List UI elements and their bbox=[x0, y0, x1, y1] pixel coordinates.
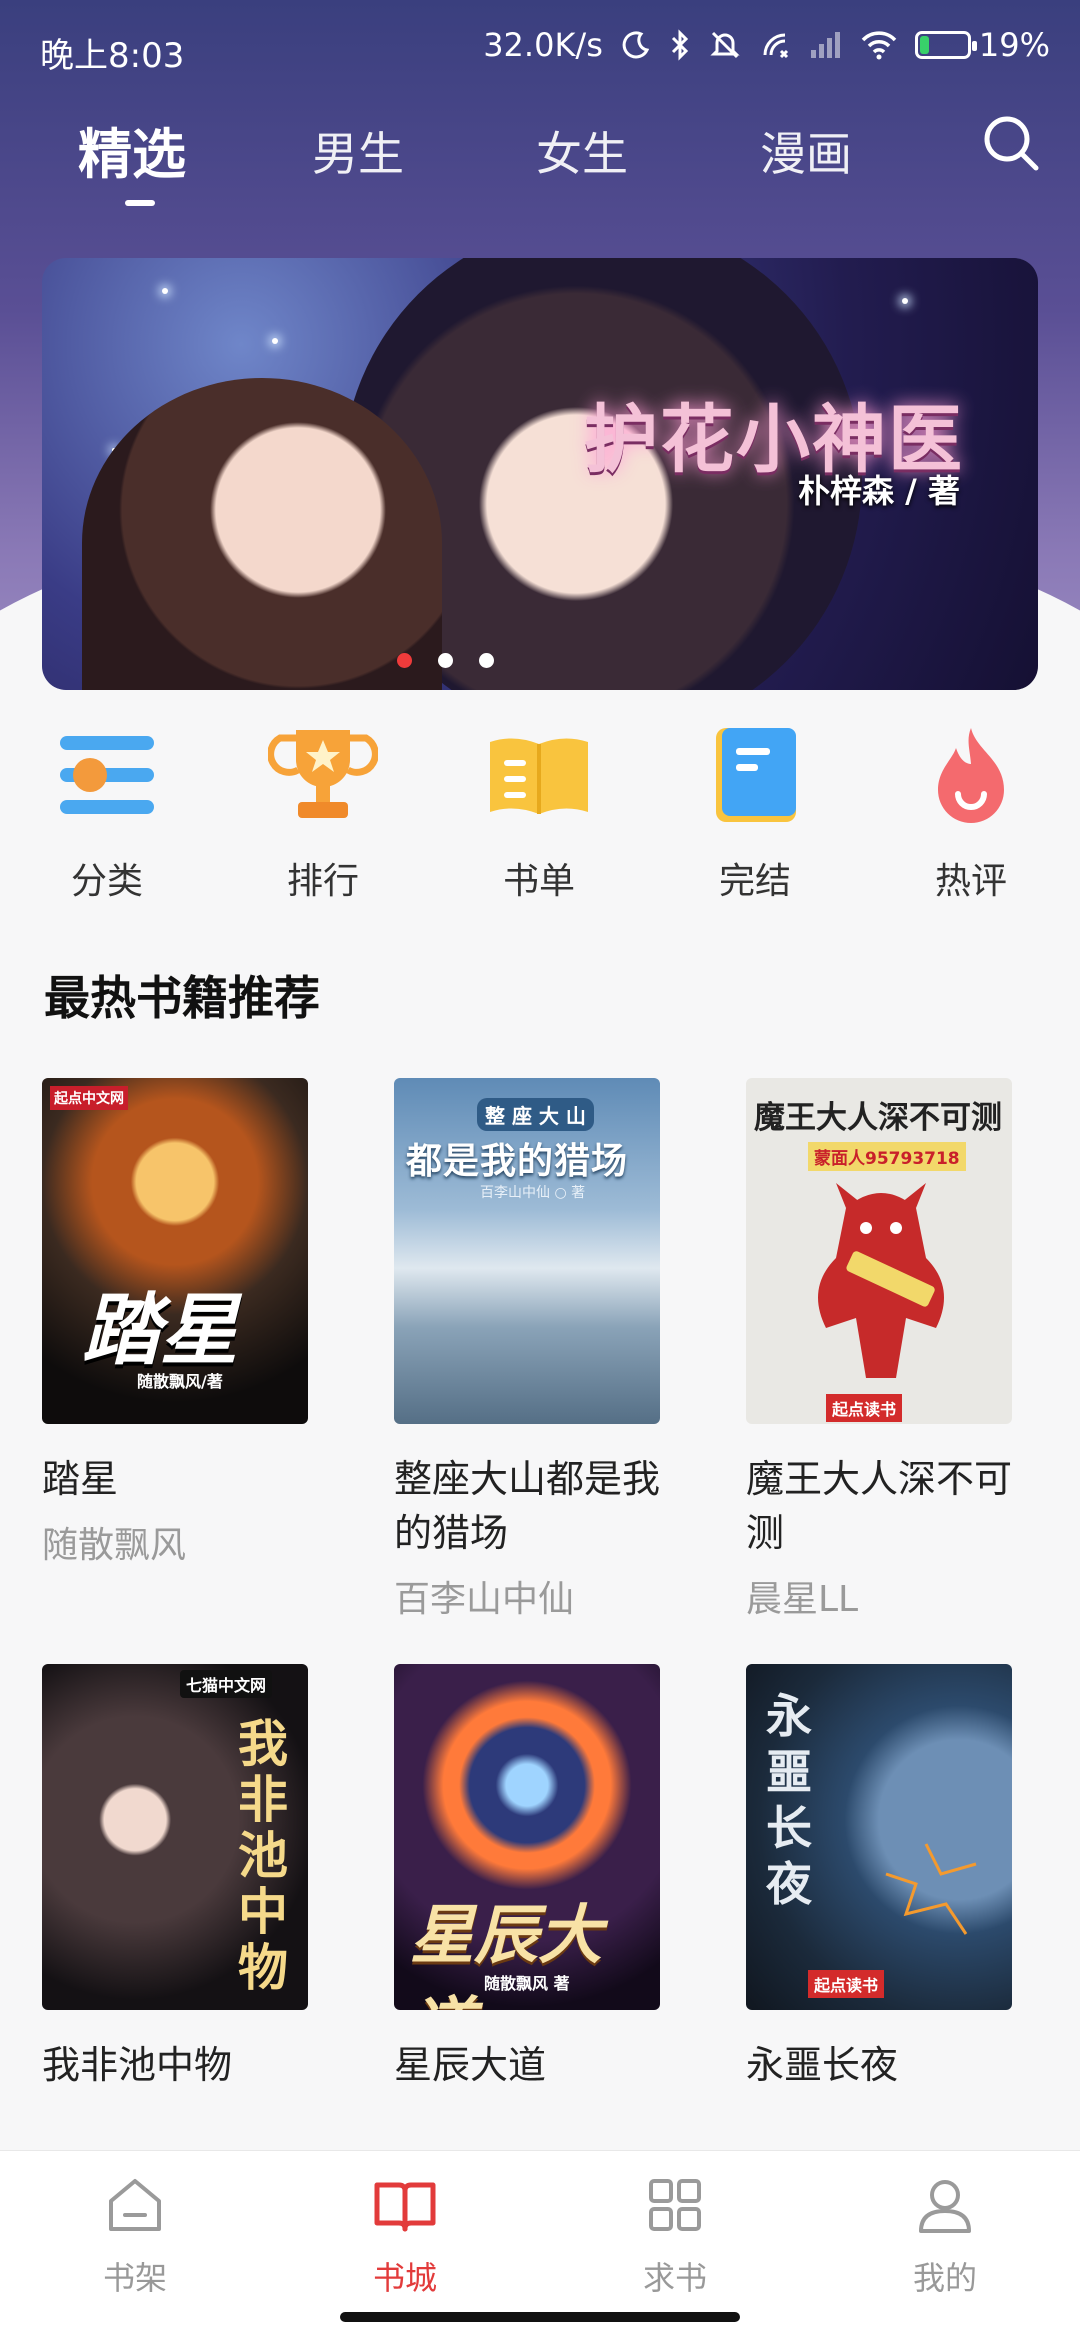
cover-planet-illustration bbox=[885, 1843, 977, 1935]
cover-title: 踏星 bbox=[82, 1286, 239, 1376]
wifi-icon bbox=[861, 31, 897, 60]
shortcut-label: 完结 bbox=[718, 861, 791, 902]
category-shortcuts: 分类 排行 书单 完结 热评 bbox=[0, 720, 1080, 920]
book-title: 魔王大人深不可测 bbox=[746, 1457, 1013, 1555]
book-author: 随散飘风 bbox=[42, 1525, 187, 1566]
book-card[interactable]: 七猫中文网 我非池中物 我非池中物 bbox=[42, 1664, 308, 2092]
tab-comics[interactable]: 漫画 bbox=[760, 118, 852, 184]
bookshelf-icon bbox=[109, 2179, 161, 2231]
book-title: 踏星 bbox=[42, 1457, 119, 1501]
book-card[interactable]: 星辰大道 随散飘风 著 星辰大道 bbox=[394, 1664, 660, 2092]
status-bar: 晚上8:03 32.0K/s 19% bbox=[0, 0, 1080, 96]
cover-title: 永噩长夜 bbox=[766, 1689, 812, 1911]
book-title: 星辰大道 bbox=[394, 2043, 547, 2087]
carousel-dots bbox=[42, 653, 1038, 668]
mute-bell-icon bbox=[710, 31, 740, 59]
nav-label: 书城 bbox=[372, 2259, 437, 2297]
top-tabs: 精选 男生 女生 漫画 bbox=[0, 110, 1080, 220]
shortcut-ranking[interactable]: 排行 bbox=[248, 720, 398, 904]
person-icon bbox=[919, 2180, 971, 2233]
battery-icon bbox=[914, 31, 977, 59]
carousel-dot[interactable] bbox=[478, 653, 494, 668]
section-title: 最热书籍推荐 bbox=[44, 971, 320, 1025]
shortcut-label: 排行 bbox=[286, 861, 359, 902]
banner-illustration-female bbox=[82, 378, 442, 690]
book-cover[interactable]: 星辰大道 随散飘风 著 bbox=[394, 1664, 660, 2010]
nav-profile[interactable]: 我的 bbox=[865, 2173, 1025, 2299]
cover-publisher: 起点读书 bbox=[826, 1394, 903, 1422]
search-icon[interactable] bbox=[980, 112, 1042, 174]
tab-male[interactable]: 男生 bbox=[312, 118, 404, 184]
cover-subtitle: 整 座 大 山 bbox=[477, 1098, 594, 1131]
book-open-icon bbox=[374, 2182, 436, 2232]
book-cover[interactable]: 魔王大人深不可测 蒙面人95793718 起点读书 bbox=[746, 1078, 1012, 1424]
battery-indicator: 19% bbox=[914, 26, 1050, 64]
category-icon bbox=[60, 736, 154, 814]
cover-devil-illustration bbox=[818, 1183, 944, 1378]
book-card[interactable]: 魔王大人深不可测 蒙面人95793718 起点读书 魔王大人深不可测 晨星LL bbox=[746, 1078, 1012, 1622]
cover-publisher: 起点读书 bbox=[808, 1970, 885, 1998]
battery-percent: 19% bbox=[978, 26, 1050, 64]
cover-title: 魔王大人深不可测 bbox=[754, 1100, 1002, 1136]
cover-publisher: 七猫中文网 bbox=[180, 1670, 273, 1698]
book-author: 晨星LL bbox=[746, 1579, 859, 1620]
tab-female[interactable]: 女生 bbox=[536, 118, 628, 184]
moon-icon bbox=[622, 31, 650, 59]
shortcut-hot-reviews[interactable]: 热评 bbox=[896, 720, 1046, 904]
book-card[interactable]: 起点中文网 踏星 随散飘风/著 踏星 随散飘风 bbox=[42, 1078, 308, 1568]
home-indicator[interactable] bbox=[340, 2312, 740, 2322]
banner-carousel[interactable]: 护花小神医 朴梓森 / 著 bbox=[42, 258, 1038, 690]
cover-author: 百李山中仙 ○ 著 bbox=[480, 1185, 586, 1201]
book-card[interactable]: 整 座 大 山 都是我的猎场 百李山中仙 ○ 著 整座大山都是我的猎场 百李山中… bbox=[394, 1078, 660, 1622]
tab-indicator bbox=[125, 200, 155, 206]
signal-icon bbox=[810, 32, 840, 58]
shortcut-finished[interactable]: 完结 bbox=[680, 720, 830, 904]
shortcut-label: 热评 bbox=[934, 861, 1007, 902]
status-time: 晚上8:03 bbox=[40, 36, 185, 76]
carousel-dot[interactable] bbox=[437, 653, 453, 668]
network-speed: 32.0K/s bbox=[483, 26, 603, 64]
book-cover[interactable]: 整 座 大 山 都是我的猎场 百李山中仙 ○ 著 bbox=[394, 1078, 660, 1424]
nav-label: 书架 bbox=[102, 2259, 167, 2297]
cover-publisher: 起点中文网 bbox=[50, 1086, 128, 1110]
book-title: 整座大山都是我的猎场 bbox=[394, 1457, 661, 1555]
shortcut-label: 分类 bbox=[70, 861, 143, 902]
cover-author: 随散飘风 著 bbox=[484, 1974, 570, 1993]
nav-label: 求书 bbox=[642, 2259, 707, 2297]
nav-bookshelf[interactable]: 书架 bbox=[55, 2173, 215, 2299]
cover-subtitle: 蒙面人95793718 bbox=[808, 1142, 966, 1171]
book-author: 百李山中仙 bbox=[394, 1579, 575, 1620]
banner-author: 朴梓森 / 著 bbox=[798, 472, 960, 510]
shortcut-category[interactable]: 分类 bbox=[32, 720, 182, 904]
book-cover[interactable]: 七猫中文网 我非池中物 bbox=[42, 1664, 308, 2010]
book-cover[interactable]: 永噩长夜 起点读书 bbox=[746, 1664, 1012, 2010]
book-title: 我非池中物 bbox=[42, 2043, 233, 2087]
carousel-dot[interactable] bbox=[396, 653, 412, 668]
nav-request-book[interactable]: 求书 bbox=[595, 2173, 755, 2299]
finished-book-icon bbox=[716, 728, 796, 822]
book-card[interactable]: 永噩长夜 起点读书 永噩长夜 bbox=[746, 1664, 1012, 2092]
cover-title: 我非池中物 bbox=[238, 1714, 288, 1997]
nav-bookstore[interactable]: 书城 bbox=[325, 2173, 485, 2299]
booklist-icon bbox=[490, 738, 588, 814]
cover-author: 随散飘风/著 bbox=[137, 1372, 223, 1391]
bluetooth-icon bbox=[671, 29, 688, 61]
book-cover[interactable]: 起点中文网 踏星 随散飘风/著 bbox=[42, 1078, 308, 1424]
trophy-icon bbox=[267, 730, 379, 818]
shortcut-booklist[interactable]: 书单 bbox=[464, 720, 614, 904]
call-forward-icon bbox=[763, 33, 788, 59]
shortcut-label: 书单 bbox=[502, 861, 575, 902]
tab-featured[interactable]: 精选 bbox=[78, 110, 186, 189]
book-title: 永噩长夜 bbox=[746, 2043, 899, 2087]
cover-title: 都是我的猎场 bbox=[406, 1141, 629, 1182]
grid-icon bbox=[649, 2179, 701, 2231]
nav-label: 我的 bbox=[912, 2259, 977, 2297]
flame-icon bbox=[938, 728, 1004, 823]
